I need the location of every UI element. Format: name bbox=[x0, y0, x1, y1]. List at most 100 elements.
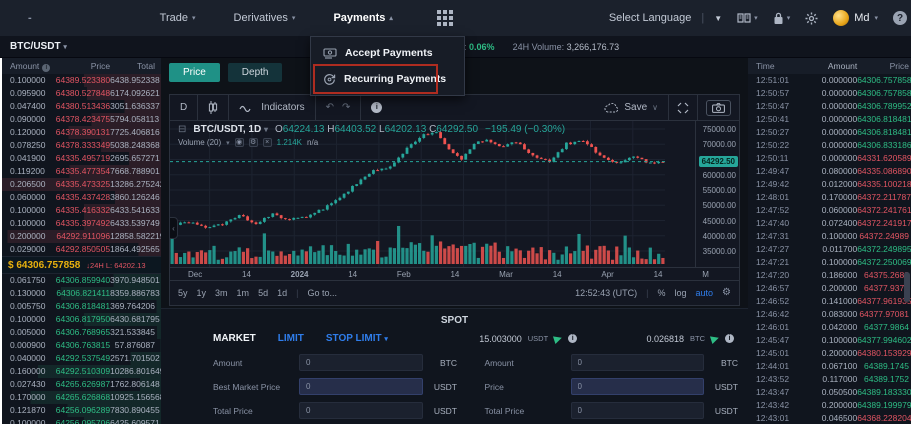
trade-row[interactable]: 12:51:010.00000064306.757858 bbox=[748, 74, 911, 87]
trade-row[interactable]: 12:46:570.20000064377.9375 bbox=[748, 282, 911, 295]
trade-row[interactable]: 12:49:420.01200064335.100218 bbox=[748, 178, 911, 191]
nav-payments[interactable]: Payments ▴ bbox=[333, 12, 393, 24]
trade-row[interactable]: 12:46:420.08300064377.97081 bbox=[748, 308, 911, 321]
orderbook-bid-row[interactable]: 0.16000064292.51030910286.801649 bbox=[2, 365, 161, 378]
range-1m[interactable]: 1m bbox=[237, 288, 250, 298]
screenshot-button[interactable] bbox=[697, 95, 739, 120]
menu-item-accept-payments[interactable]: Accept Payments bbox=[311, 40, 464, 66]
auto-scale-button[interactable]: auto bbox=[696, 288, 714, 298]
info-icon[interactable]: i bbox=[568, 334, 577, 343]
save-layout-button[interactable]: Save ∨ bbox=[594, 95, 668, 120]
nav-derivatives[interactable]: Derivatives ▾ bbox=[234, 12, 296, 24]
orderbook-bid-row[interactable]: 0.10000064306.8179506430.681795 bbox=[2, 313, 161, 326]
trade-row[interactable]: 12:46:010.04200064377.9864 bbox=[748, 321, 911, 334]
tab-stop-limit[interactable]: STOP LIMIT ▾ bbox=[326, 333, 388, 344]
chart-clock[interactable]: 12:52:43 (UTC) bbox=[575, 288, 637, 298]
scrollbar-thumb[interactable] bbox=[904, 272, 910, 302]
trade-row[interactable]: 12:43:420.20000064389.199979 bbox=[748, 399, 911, 412]
info-icon[interactable]: i bbox=[725, 334, 734, 343]
orderbook-ask-row[interactable]: 0.11920064335.4773547668.788901 bbox=[2, 165, 161, 178]
sell-input-total-price[interactable] bbox=[571, 402, 705, 419]
range-1d[interactable]: 1d bbox=[277, 288, 287, 298]
nav-trade[interactable]: Trade ▾ bbox=[160, 12, 196, 24]
trade-row[interactable]: 12:43:470.05050064389.183330 bbox=[748, 386, 911, 399]
trade-row[interactable]: 12:43:010.04650064368.228204 bbox=[748, 412, 911, 424]
sell-input-price[interactable] bbox=[571, 378, 705, 395]
trade-row[interactable]: 12:50:110.00000064331.620589 bbox=[748, 152, 911, 165]
orderbook-ask-row[interactable]: 0.12000064378.3901317725.406816 bbox=[2, 126, 161, 139]
trade-row[interactable]: 12:46:520.14100064377.961935 bbox=[748, 295, 911, 308]
trade-row[interactable]: 12:43:520.11700064389.1752 bbox=[748, 373, 911, 386]
fullscreen-button[interactable] bbox=[668, 95, 697, 120]
orderbook-ask-row[interactable]: 0.06000064335.4374283860.126246 bbox=[2, 191, 161, 204]
trade-row[interactable]: 12:47:200.18600064375.2688 bbox=[748, 269, 911, 282]
trade-row[interactable]: 12:45:010.20000064380.153929 bbox=[748, 347, 911, 360]
trade-row[interactable]: 12:50:270.00000064306.818481 bbox=[748, 126, 911, 139]
trade-row[interactable]: 12:47:210.10000064372.250069 bbox=[748, 256, 911, 269]
trade-row[interactable]: 12:50:470.00000064306.789952 bbox=[748, 100, 911, 113]
indicators-button[interactable]: Indicators bbox=[229, 95, 315, 120]
buy-input-best-market-price[interactable] bbox=[299, 378, 423, 395]
orderbook-bid-row[interactable]: 0.04000064292.5375492571.701502 bbox=[2, 352, 161, 365]
trade-row[interactable]: 12:45:470.10000064377.994602 bbox=[748, 334, 911, 347]
profile-menu[interactable]: Md ▾ bbox=[833, 10, 878, 26]
axis-settings-icon[interactable]: ⚙ bbox=[722, 287, 731, 298]
chart-plot-area[interactable]: ⊟ BTC/USDT, 1D ▾ O64224.13 H64403.52 L64… bbox=[170, 121, 739, 267]
trade-row[interactable]: 12:47:310.10000064372.24989 bbox=[748, 230, 911, 243]
menu-item-recurring-payments[interactable]: Recurring Payments bbox=[311, 66, 464, 92]
price-axis[interactable]: 75000.0070000.0060000.0055000.0050000.00… bbox=[695, 121, 739, 267]
orderbook-bid-row[interactable]: 0.00575064306.818481369.764206 bbox=[2, 300, 161, 313]
orderbook-bid-row[interactable]: 0.12187064256.0962897830.890455 bbox=[2, 404, 161, 417]
language-selector[interactable]: Select Language | ▼ bbox=[609, 12, 722, 24]
assets-menu-button[interactable]: ▾ bbox=[773, 12, 791, 25]
percent-scale-button[interactable]: % bbox=[657, 288, 665, 298]
orderbook-ask-row[interactable]: 0.10000064335.3974926433.539749 bbox=[2, 217, 161, 230]
pair-selector[interactable]: BTC/USDT ▾ bbox=[10, 41, 67, 52]
help-icon[interactable]: ? bbox=[893, 11, 907, 25]
orderbook-ask-row[interactable]: 0.09000064378.4234755794.058113 bbox=[2, 113, 161, 126]
chart-info-button[interactable]: i bbox=[361, 95, 392, 120]
orderbook-ask-row[interactable]: 0.10000064335.4163326433.541633 bbox=[2, 204, 161, 217]
orderbook-ask-row[interactable]: 0.20000064292.91109612858.582219 bbox=[2, 230, 161, 243]
range-5y[interactable]: 5y bbox=[178, 288, 188, 298]
log-scale-button[interactable]: log bbox=[674, 288, 686, 298]
trade-row[interactable]: 12:49:470.08000064335.086890 bbox=[748, 165, 911, 178]
settings-icon[interactable]: ⚙ bbox=[249, 138, 258, 147]
orderbook-ask-row[interactable]: 0.07825064378.3333495038.248368 bbox=[2, 139, 161, 152]
interval-button[interactable]: D bbox=[170, 95, 198, 120]
orderbook-bid-row[interactable]: 0.13000064306.8214118359.886783 bbox=[2, 287, 161, 300]
goto-button[interactable]: Go to... bbox=[307, 288, 337, 298]
trade-row[interactable]: 12:50:220.00000064306.833186 bbox=[748, 139, 911, 152]
orderbook-ask-row[interactable]: 0.10000064389.5233806438.952338 bbox=[2, 74, 161, 87]
trade-row[interactable]: 12:48:010.17000064372.211787 bbox=[748, 191, 911, 204]
trade-row[interactable]: 12:47:270.01170064372.249895 bbox=[748, 243, 911, 256]
trade-row[interactable]: 12:50:410.00000064306.818481 bbox=[748, 113, 911, 126]
orderbook-ask-row[interactable]: 0.04740064380.5134363051.636337 bbox=[2, 100, 161, 113]
trade-row[interactable]: 12:47:400.07240064372.241917 bbox=[748, 217, 911, 230]
eye-icon[interactable]: ◉ bbox=[235, 138, 244, 147]
orders-menu-button[interactable]: ▾ bbox=[737, 12, 758, 24]
orderbook-bid-row[interactable]: 0.00500064306.768965321.533845 bbox=[2, 326, 161, 339]
transfer-icon[interactable] bbox=[710, 333, 720, 343]
candle-style-button[interactable] bbox=[198, 95, 229, 120]
tab-limit[interactable]: LIMIT bbox=[278, 333, 304, 344]
orderbook-ask-row[interactable]: 0.20650064335.47332513286.275242 bbox=[2, 178, 161, 191]
apps-grid-icon[interactable] bbox=[437, 10, 453, 26]
undo-icon[interactable]: ↶ bbox=[326, 102, 334, 113]
time-axis[interactable]: Dec14202414Feb14Mar14Apr14M bbox=[170, 267, 739, 280]
trade-row[interactable]: 12:47:520.06000064372.241761 bbox=[748, 204, 911, 217]
range-5d[interactable]: 5d bbox=[258, 288, 268, 298]
orderbook-bid-row[interactable]: 0.02743064265.6269871762.806148 bbox=[2, 378, 161, 391]
orderbook-ask-row[interactable]: 0.04190064335.4957192695.657271 bbox=[2, 152, 161, 165]
orderbook-ask-row[interactable]: 0.02900064292.8505051864.492565 bbox=[2, 243, 161, 256]
close-icon[interactable]: × bbox=[263, 138, 272, 147]
collapse-legend-icon[interactable]: ⊟ bbox=[178, 124, 186, 135]
transfer-icon[interactable] bbox=[553, 333, 563, 343]
tab-depth[interactable]: Depth bbox=[228, 63, 283, 82]
orderbook-bid-row[interactable]: 0.06175064306.8599403970.948501 bbox=[2, 274, 161, 287]
range-3m[interactable]: 3m bbox=[215, 288, 228, 298]
range-1y[interactable]: 1y bbox=[197, 288, 207, 298]
redo-icon[interactable]: ↷ bbox=[342, 102, 350, 113]
buy-input-total-price[interactable] bbox=[299, 402, 423, 419]
trade-row[interactable]: 12:50:570.00000064306.757858 bbox=[748, 87, 911, 100]
